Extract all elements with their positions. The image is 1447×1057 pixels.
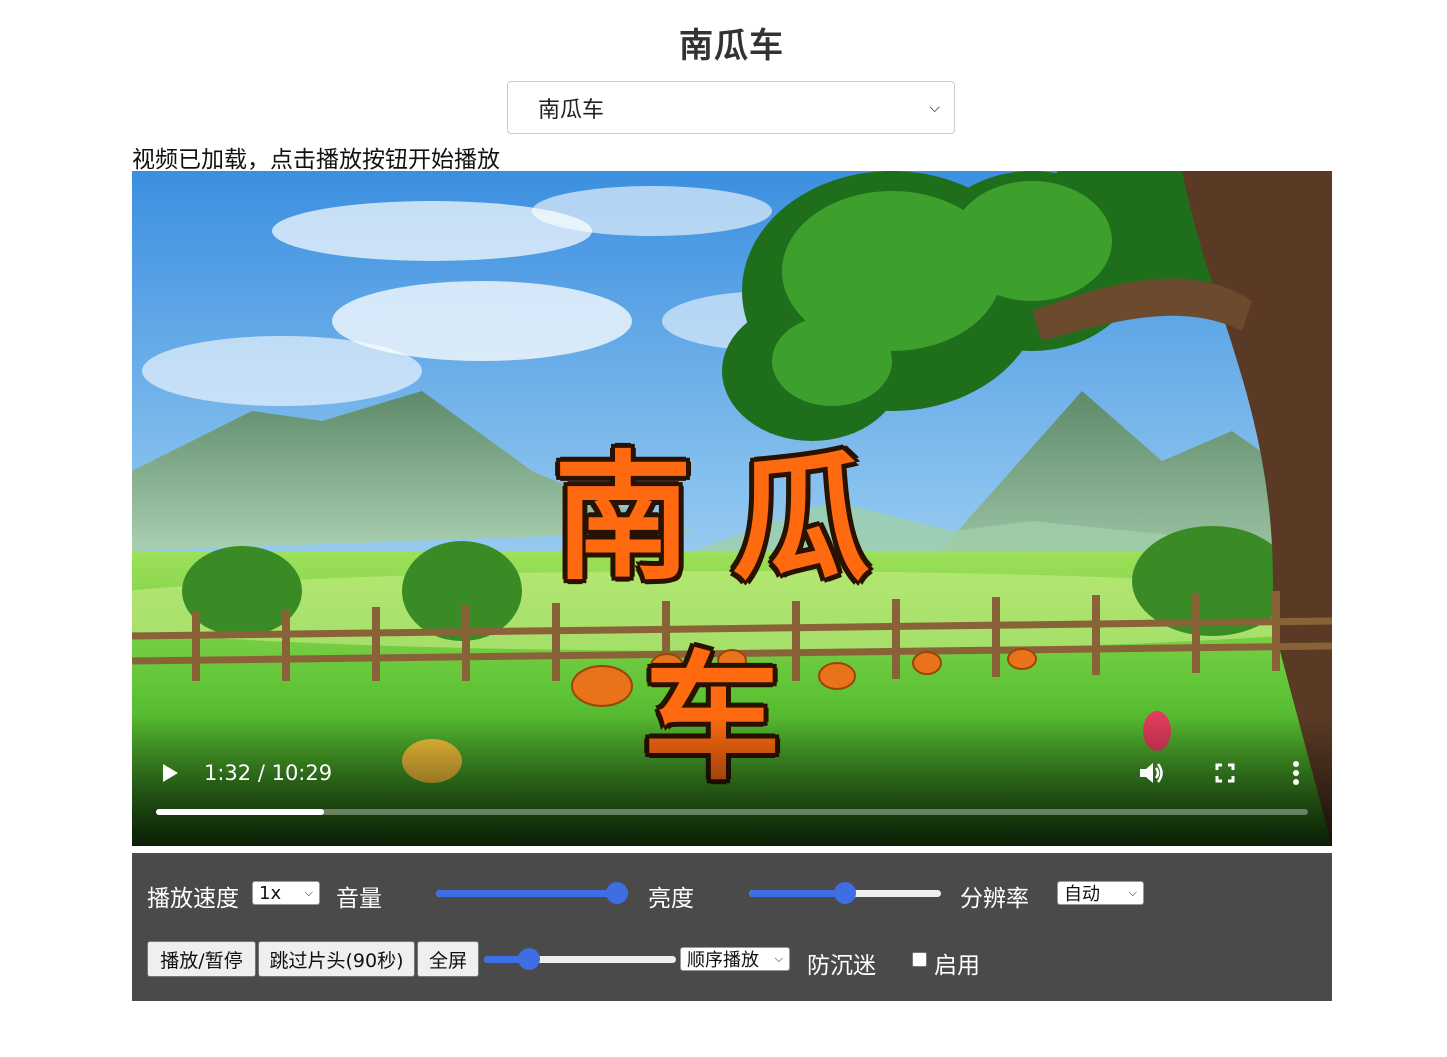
status-message: 视频已加载，点击播放按钮开始播放 <box>132 147 500 173</box>
play-pause-button[interactable]: 播放/暂停 <box>147 941 256 977</box>
resolution-select-value: 自动 <box>1064 884 1100 905</box>
fullscreen-icon[interactable] <box>1211 759 1239 787</box>
fullscreen-button[interactable]: 全屏 <box>417 941 479 977</box>
chevron-down-icon: ⌵ <box>1128 886 1137 899</box>
volume-icon[interactable] <box>1137 759 1165 787</box>
page: 南瓜车 南瓜车 ⌵ 视频已加载，点击播放按钮开始播放 南瓜 1:32 / 10:… <box>0 0 1447 1057</box>
time-display: 1:32 / 10:29 <box>204 761 333 785</box>
resolution-select[interactable]: 自动 ⌵ <box>1057 881 1144 905</box>
play-icon[interactable] <box>158 761 182 785</box>
volume-slider[interactable] <box>436 882 628 904</box>
speed-select[interactable]: 1x ⌵ <box>252 881 320 905</box>
chevron-down-icon: ⌵ <box>304 886 313 899</box>
chevron-down-icon: ⌵ <box>774 952 783 965</box>
video-player[interactable]: 南瓜车 1:32 / 10:29 <box>132 171 1332 846</box>
chevron-down-icon: ⌵ <box>929 99 940 116</box>
brightness-slider-fill <box>749 890 845 897</box>
brightness-slider-thumb[interactable] <box>834 882 856 904</box>
video-progress-fill <box>156 809 325 815</box>
video-select-dropdown[interactable]: 南瓜车 ⌵ <box>507 81 955 134</box>
speed-label: 播放速度 <box>147 886 239 912</box>
play-mode-select-value: 顺序播放 <box>687 950 759 971</box>
seek-slider[interactable] <box>484 948 676 970</box>
resolution-label: 分辨率 <box>960 886 1029 912</box>
more-options-icon[interactable] <box>1282 759 1310 787</box>
seek-slider-thumb[interactable] <box>518 948 540 970</box>
volume-slider-fill <box>436 890 617 897</box>
speed-select-value: 1x <box>259 882 282 904</box>
enable-checkbox[interactable] <box>912 952 927 967</box>
brightness-slider[interactable] <box>749 882 941 904</box>
video-progress-bar[interactable] <box>156 809 1308 815</box>
brightness-label: 亮度 <box>648 886 694 912</box>
play-mode-select[interactable]: 顺序播放 ⌵ <box>680 947 790 971</box>
page-title: 南瓜车 <box>679 26 784 66</box>
enable-label: 启用 <box>934 953 980 979</box>
control-panel: 播放速度 1x ⌵ 音量 亮度 分辨率 自动 ⌵ 播放/暂停 跳过片头(90秒)… <box>132 853 1332 1001</box>
video-select-value: 南瓜车 <box>538 97 605 123</box>
volume-label: 音量 <box>336 886 382 912</box>
anti-addiction-label: 防沉迷 <box>807 953 876 979</box>
volume-slider-thumb[interactable] <box>606 882 628 904</box>
skip-intro-button[interactable]: 跳过片头(90秒) <box>258 941 415 977</box>
